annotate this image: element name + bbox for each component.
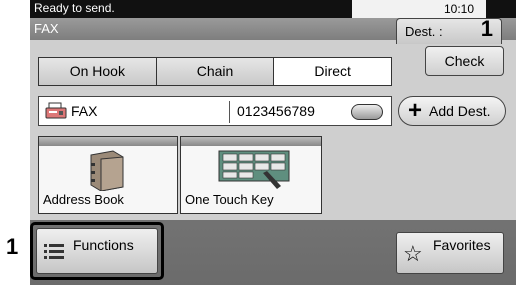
- tab-direct[interactable]: Direct: [274, 58, 392, 85]
- dest-counter[interactable]: Dest. : 1: [396, 16, 502, 44]
- tab-on-hook[interactable]: On Hook: [39, 58, 157, 85]
- tile-header: [181, 137, 321, 146]
- plus-icon: +: [408, 97, 423, 124]
- add-dest-button[interactable]: + Add Dest.: [398, 96, 506, 126]
- one-touch-key-tile[interactable]: One Touch Key: [180, 136, 322, 214]
- functions-label: Functions: [73, 237, 134, 253]
- check-button[interactable]: Check: [425, 46, 504, 76]
- favorites-button[interactable]: ☆ Favorites: [396, 232, 504, 274]
- fax-number: 0123456789: [237, 103, 315, 119]
- fax-icon: [45, 102, 67, 119]
- star-icon: ☆: [403, 241, 423, 266]
- tab-chain[interactable]: Chain: [156, 58, 275, 85]
- dial-mode-tabs: On Hook Chain Direct: [38, 57, 392, 86]
- more-icon[interactable]: [351, 104, 383, 120]
- list-icon: [44, 244, 64, 259]
- dest-label: Dest. :: [405, 24, 443, 39]
- functions-button[interactable]: Functions: [36, 228, 158, 274]
- clock: 10:10: [352, 0, 486, 18]
- dest-count: 1: [480, 16, 493, 41]
- address-book-icon: [90, 150, 124, 191]
- one-touch-key-icon: [218, 150, 290, 189]
- one-touch-key-label: One Touch Key: [185, 192, 274, 207]
- favorites-label: Favorites: [433, 237, 491, 253]
- address-book-label: Address Book: [43, 192, 124, 207]
- callout-number: 1: [6, 234, 19, 259]
- address-book-tile[interactable]: Address Book: [38, 136, 178, 214]
- fax-number-field[interactable]: FAX 0123456789: [38, 96, 392, 126]
- fax-label: FAX: [71, 103, 98, 119]
- tile-header: [39, 137, 177, 146]
- field-divider: [229, 101, 230, 123]
- add-dest-label: Add Dest.: [429, 103, 491, 119]
- status-message: Ready to send.: [34, 1, 115, 15]
